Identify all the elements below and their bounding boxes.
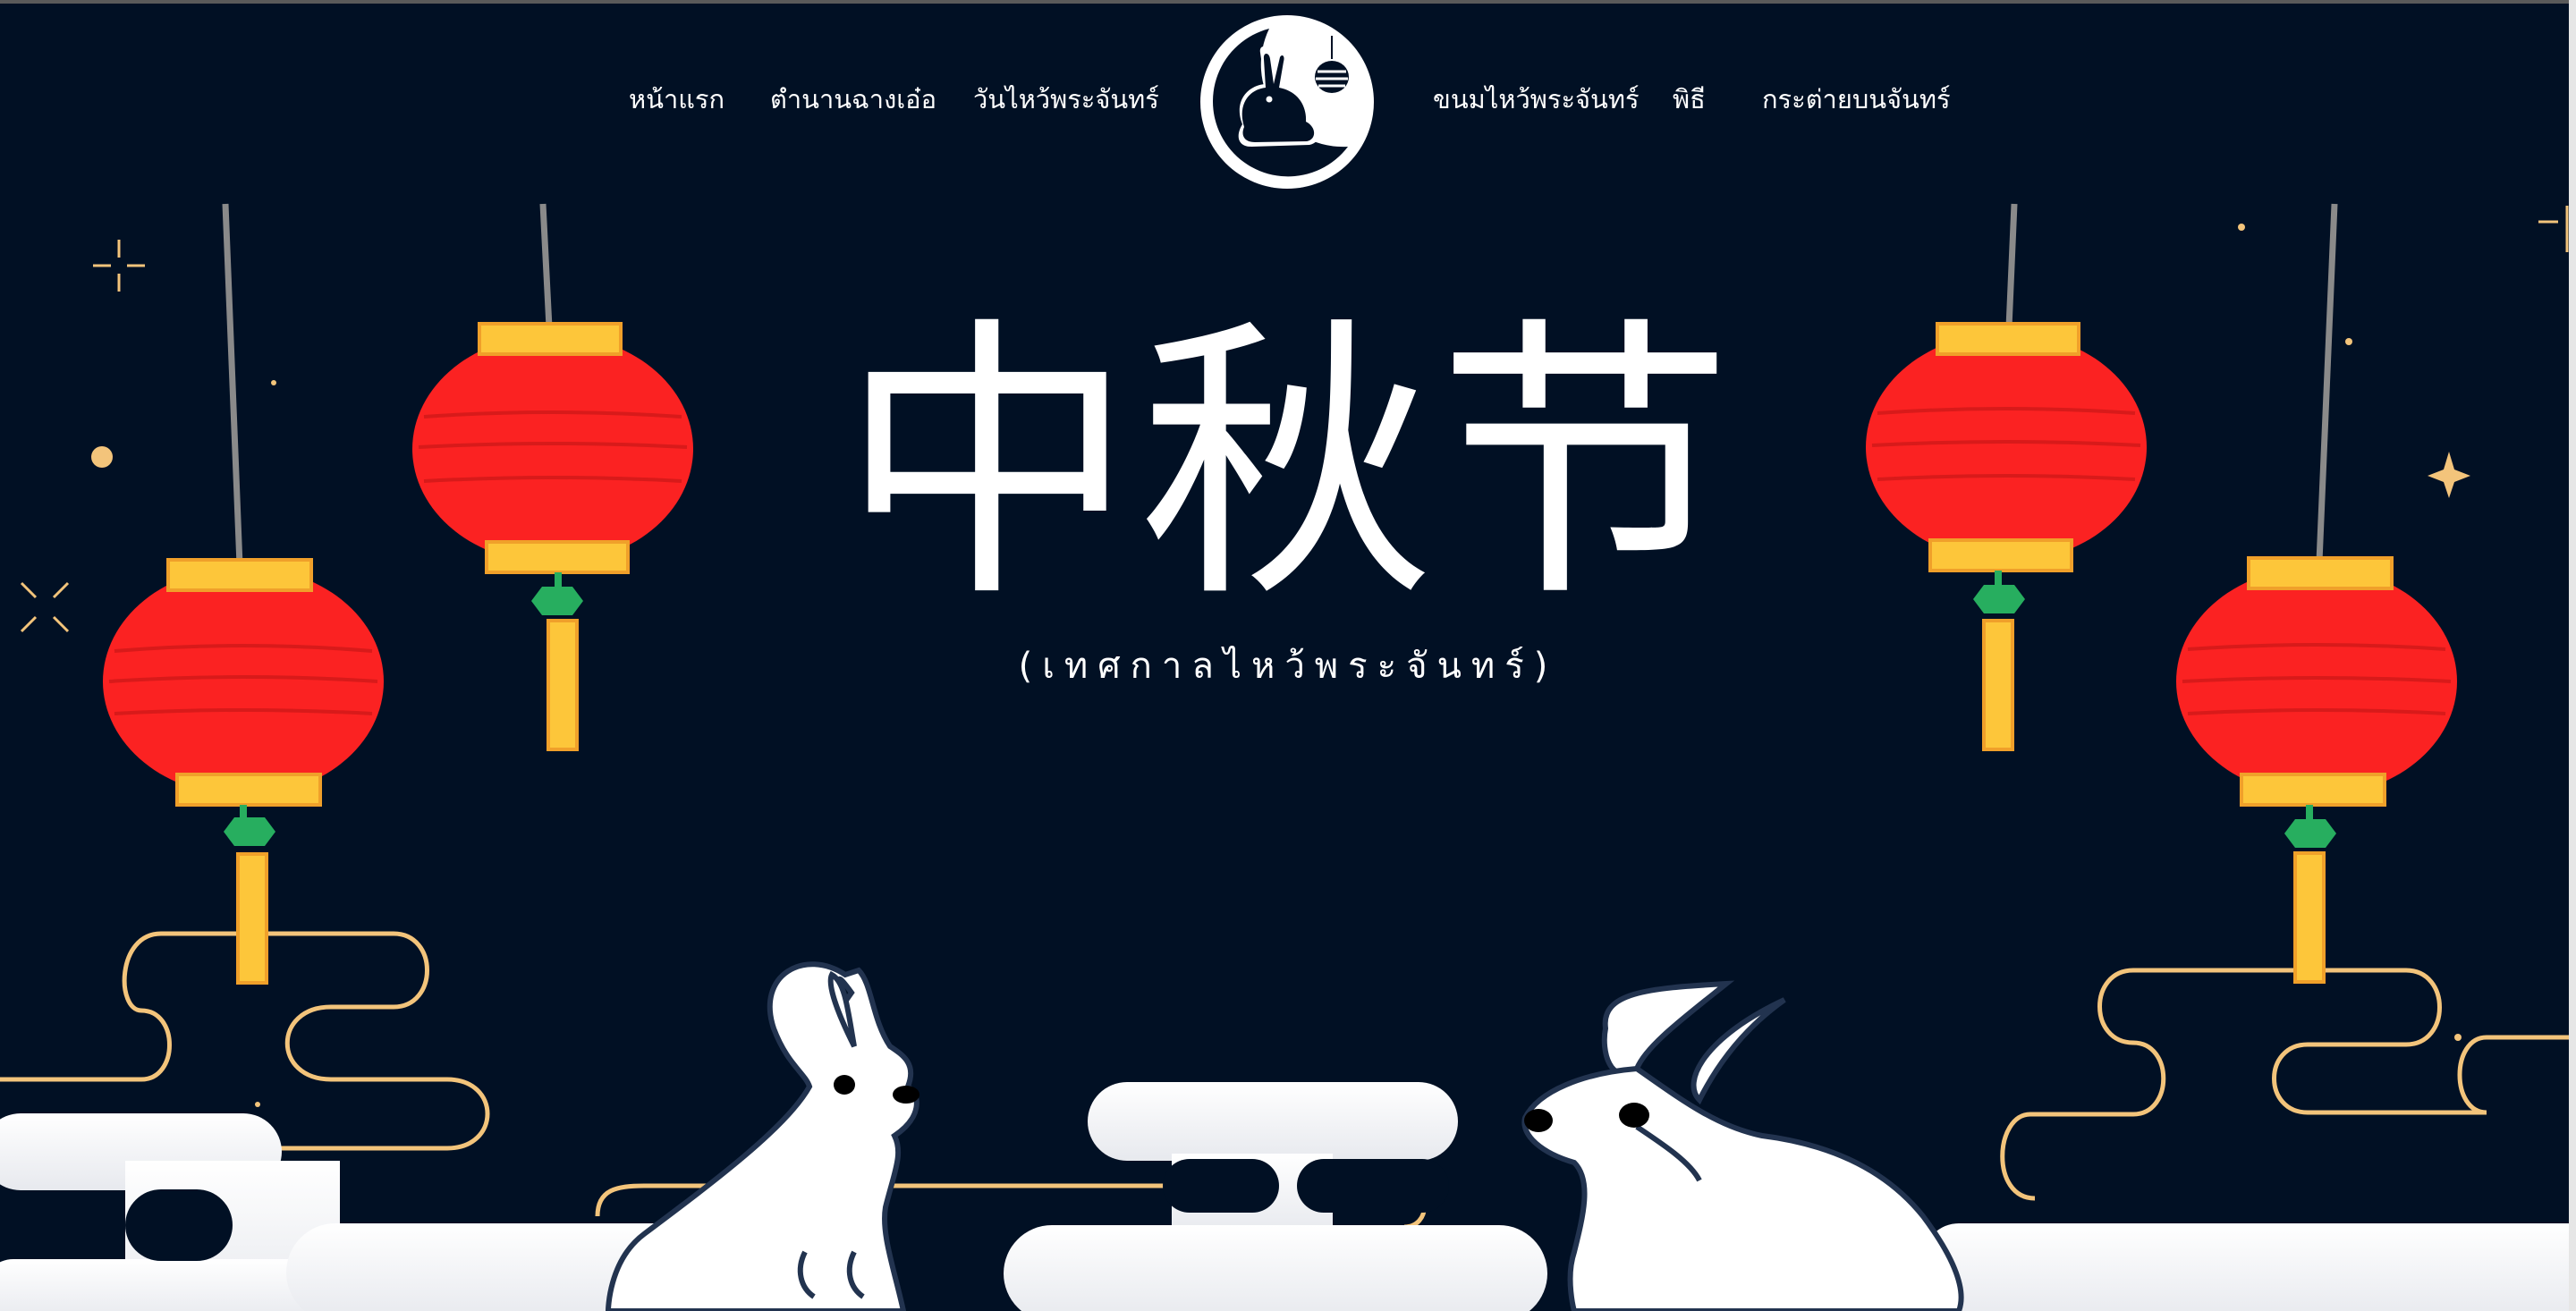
cloud-right-icon bbox=[1923, 1223, 2576, 1311]
nav-ceremony[interactable]: พิธี bbox=[1673, 79, 1706, 120]
nav-moon-rabbit[interactable]: กระต่ายบนจันทร์ bbox=[1762, 79, 1951, 120]
rabbit-right-icon bbox=[1521, 980, 1964, 1311]
rabbit-left-icon bbox=[605, 961, 919, 1311]
cloud-center-icon bbox=[1004, 1082, 1547, 1311]
window-right-border bbox=[2569, 0, 2576, 1311]
hero-subtitle: (เทศกาลไหว้พระจันทร์) bbox=[1018, 646, 1558, 687]
hero-title: 中秋节 bbox=[840, 293, 1736, 637]
nav-moon-festival-day[interactable]: วันไหว้พระจันทร์ bbox=[973, 79, 1159, 120]
main-navigation: หน้าแรก ตำนานฉางเอ๋อ วันไหว้พระจันทร์ ขน… bbox=[0, 0, 2576, 197]
moon-rabbit-lantern-logo-icon[interactable] bbox=[1198, 13, 1377, 191]
nav-home[interactable]: หน้าแรก bbox=[629, 79, 724, 120]
nav-changee-legend[interactable]: ตำนานฉางเอ๋อ bbox=[770, 79, 936, 120]
nav-mooncake[interactable]: ขนมไหว้พระจันทร์ bbox=[1433, 79, 1640, 120]
cloud-left-icon bbox=[0, 1113, 751, 1311]
